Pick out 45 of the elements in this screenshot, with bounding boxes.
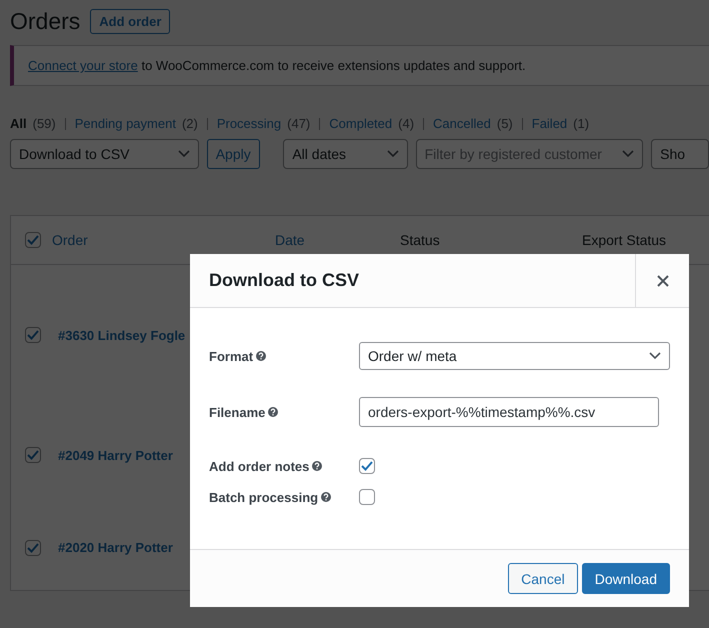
show-button[interactable]: Sho (651, 139, 709, 169)
apply-button[interactable]: Apply (206, 139, 260, 169)
field-label: Format (209, 348, 254, 364)
column-header: Status (400, 232, 441, 248)
chevron-down-icon (622, 150, 634, 158)
column-header: Export Status (582, 232, 668, 248)
field-label: Batch processing (209, 490, 318, 504)
field-label: Filename (209, 404, 266, 420)
add-order-button[interactable]: Add order (90, 9, 170, 34)
status-filter-link[interactable]: Completed (329, 116, 392, 131)
column-header[interactable]: Order (52, 232, 275, 248)
chevron-down-icon (649, 352, 661, 360)
status-filter-link[interactable]: Pending payment (74, 116, 176, 131)
checkbox[interactable] (25, 327, 41, 343)
field-label: Add order notes (209, 458, 310, 474)
checkbox[interactable] (359, 458, 375, 474)
download-button[interactable]: Download (582, 563, 670, 594)
help-icon (268, 407, 278, 417)
filename-field[interactable]: orders-export-%%timestamp%%.csv (359, 397, 659, 427)
status-filter-link[interactable]: All (10, 116, 27, 131)
dialog-title: Download to CSV (208, 269, 360, 292)
order-link[interactable]: #2020 Harry Potter (58, 540, 173, 555)
cancel-button[interactable]: Cancel (508, 563, 578, 594)
checkbox[interactable] (25, 447, 41, 463)
date-filter-select[interactable]: All dates (283, 139, 408, 169)
connect-store-link[interactable]: Connect your store (28, 58, 138, 73)
status-filter-link[interactable]: Cancelled (433, 116, 491, 131)
checkbox[interactable] (359, 489, 375, 505)
chevron-down-icon (386, 150, 399, 158)
bulk-action-select[interactable]: Download to CSV (10, 139, 199, 169)
order-link[interactable]: #3630 Lindsey Fogle (58, 328, 186, 342)
status-filter-link[interactable]: Processing (216, 116, 282, 131)
order-link[interactable]: #2049 Harry Potter (58, 448, 173, 462)
notice-text: Connect your store to WooCommerce.com to receive extensions updates and support. (10, 45, 709, 86)
help-icon (321, 492, 332, 502)
checkbox[interactable] (25, 540, 41, 556)
status-filter-link[interactable]: Failed (532, 116, 568, 131)
page-title: Orders (10, 8, 80, 35)
chevron-down-icon (178, 150, 190, 158)
close-icon (656, 274, 668, 286)
format-select[interactable]: Order w/ meta (359, 342, 670, 370)
help-icon (312, 461, 322, 471)
checkbox[interactable] (25, 232, 41, 248)
help-icon (256, 351, 266, 361)
column-header[interactable]: Date (275, 232, 400, 248)
